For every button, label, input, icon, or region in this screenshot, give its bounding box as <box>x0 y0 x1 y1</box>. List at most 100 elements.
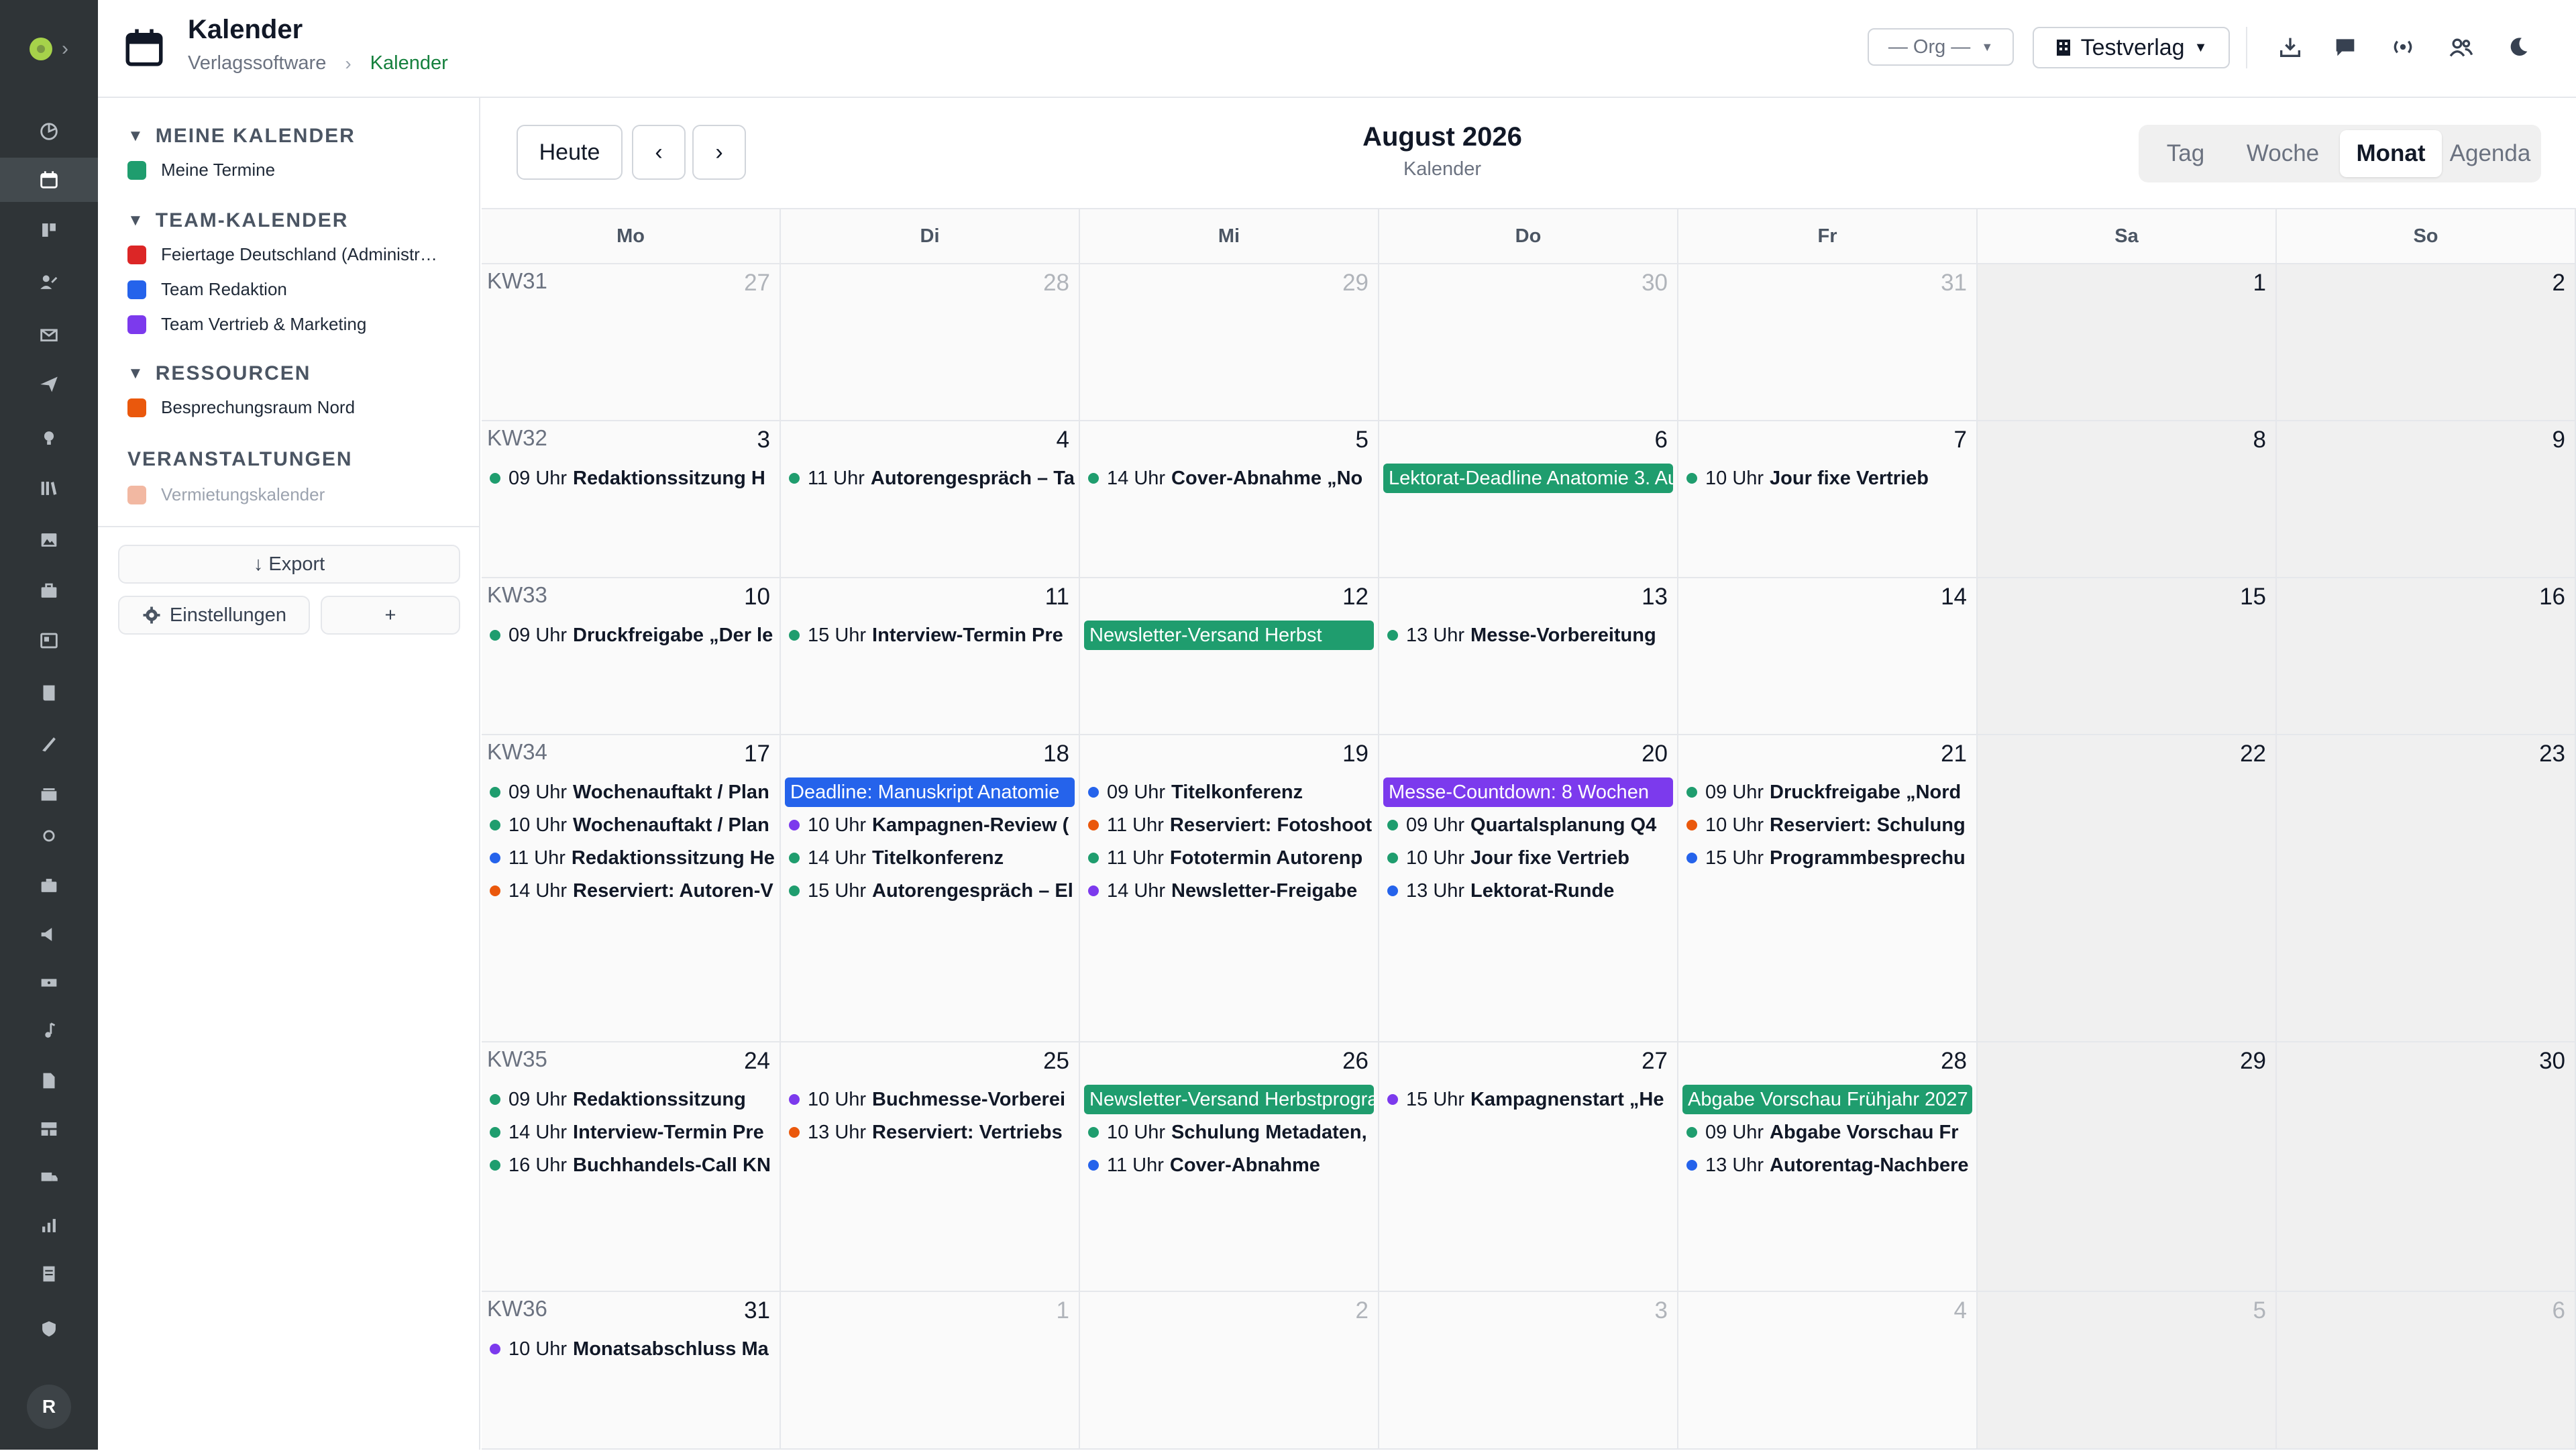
group-header-my-calendars[interactable]: ▼ MEINE KALENDER <box>127 125 356 148</box>
nav-briefcase-icon[interactable] <box>0 863 98 908</box>
day-cell[interactable]: KW31 27 <box>482 264 781 421</box>
nav-status-icon[interactable] <box>0 814 98 858</box>
day-number[interactable]: 3 <box>1655 1297 1668 1324</box>
day-cell[interactable]: 23 <box>2277 735 2576 1042</box>
week-number[interactable]: KW34 <box>487 739 547 765</box>
nav-audio-icon[interactable] <box>0 1009 98 1053</box>
day-cell[interactable]: 9 <box>2277 421 2576 578</box>
day-cell[interactable]: 13 13 Uhr Messe-Vorbereitung <box>1379 578 1678 735</box>
event-item[interactable]: 13 Uhr Reserviert: Vertriebs <box>789 1118 1077 1146</box>
day-cell[interactable]: 28 Abgabe Vorschau Frühjahr 2027 09 Uhr Abg… <box>1678 1042 1978 1292</box>
event-item[interactable]: 15 Uhr Programmbesprechu <box>1686 844 1975 872</box>
all-day-event[interactable]: Deadline: Manuskript Anatomie <box>785 777 1075 807</box>
calendar-item-team-vertrieb[interactable]: Team Vertrieb & Marketing <box>127 314 366 335</box>
nav-reports-icon[interactable] <box>0 1203 98 1248</box>
nav-contracts-icon[interactable] <box>0 1252 98 1296</box>
nav-document-icon[interactable] <box>0 1059 98 1103</box>
event-item[interactable]: 11 Uhr Redaktionssitzung He <box>490 844 778 872</box>
day-number[interactable]: 20 <box>1642 741 1668 767</box>
nav-dashboard-icon[interactable] <box>0 109 98 154</box>
day-cell[interactable]: 1 <box>781 1292 1080 1450</box>
day-cell[interactable]: 11 15 Uhr Interview-Termin Pre <box>781 578 1080 735</box>
view-tab-week[interactable]: Woche <box>2229 130 2337 177</box>
day-number[interactable]: 25 <box>1043 1048 1069 1075</box>
day-cell[interactable]: KW32 3 09 Uhr Redaktionssitzung H <box>482 421 781 578</box>
day-cell[interactable]: 28 <box>781 264 1080 421</box>
event-item[interactable]: 09 Uhr Quartalsplanung Q4 <box>1387 811 1676 839</box>
week-number[interactable]: KW31 <box>487 268 547 294</box>
week-number[interactable]: KW36 <box>487 1296 547 1322</box>
day-number[interactable]: 1 <box>2253 270 2266 297</box>
event-item[interactable]: 13 Uhr Messe-Vorbereitung <box>1387 621 1676 649</box>
event-item[interactable]: 09 Uhr Druckfreigabe „Nord <box>1686 778 1975 806</box>
chat-icon[interactable] <box>2328 30 2363 64</box>
day-number[interactable]: 28 <box>1941 1048 1967 1075</box>
day-cell[interactable]: 30 <box>2277 1042 2576 1292</box>
tenant-select[interactable]: Testverlag ▼ <box>2033 27 2230 68</box>
day-cell[interactable]: 14 <box>1678 578 1978 735</box>
day-number[interactable]: 27 <box>744 270 770 297</box>
nav-media-icon[interactable] <box>0 619 98 663</box>
day-cell[interactable]: 5 <box>1978 1292 2277 1450</box>
event-item[interactable]: 14 Uhr Cover-Abnahme „No <box>1088 464 1377 492</box>
view-tab-agenda[interactable]: Agenda <box>2445 130 2536 177</box>
day-cell[interactable]: 8 <box>1978 421 2277 578</box>
event-item[interactable]: 14 Uhr Interview-Termin Pre <box>490 1118 778 1146</box>
day-number[interactable]: 24 <box>744 1048 770 1075</box>
day-cell[interactable]: 2 <box>1080 1292 1379 1450</box>
week-number[interactable]: KW33 <box>487 582 547 608</box>
nav-calendar-icon[interactable] <box>0 158 98 202</box>
day-number[interactable]: 29 <box>1342 270 1368 297</box>
calendar-item-besprechungsraum[interactable]: Besprechungsraum Nord <box>127 397 355 418</box>
event-item[interactable]: 10 Uhr Reserviert: Schulung <box>1686 811 1975 839</box>
day-cell[interactable]: 31 <box>1678 264 1978 421</box>
event-item[interactable]: 10 Uhr Jour fixe Vertrieb <box>1686 464 1975 492</box>
nav-projects-icon[interactable] <box>0 569 98 613</box>
day-cell[interactable]: 3 <box>1379 1292 1678 1450</box>
day-cell[interactable]: 15 <box>1978 578 2277 735</box>
day-number[interactable]: 21 <box>1941 741 1967 767</box>
all-day-event[interactable]: Newsletter-Versand Herbst <box>1084 621 1374 650</box>
event-item[interactable]: 14 Uhr Reserviert: Autoren-V <box>490 877 778 905</box>
day-number[interactable]: 3 <box>757 427 770 453</box>
view-tab-month[interactable]: Monat <box>2340 130 2442 177</box>
day-number[interactable]: 5 <box>2253 1297 2266 1324</box>
calendar-item-team-redaktion[interactable]: Team Redaktion <box>127 279 287 300</box>
users-icon[interactable] <box>2443 30 2478 64</box>
user-avatar[interactable]: R <box>27 1385 71 1429</box>
day-cell[interactable]: 22 <box>1978 735 2277 1042</box>
day-cell[interactable]: 5 14 Uhr Cover-Abnahme „No <box>1080 421 1379 578</box>
day-number[interactable]: 1 <box>1057 1297 1069 1324</box>
day-cell[interactable]: 25 10 Uhr Buchmesse-Vorberei 13 Uhr Reservie… <box>781 1042 1080 1292</box>
event-item[interactable]: 15 Uhr Kampagnenstart „He <box>1387 1085 1676 1114</box>
nav-shipping-icon[interactable] <box>0 1155 98 1199</box>
nav-warehouse-icon[interactable] <box>0 1107 98 1151</box>
export-button[interactable]: ↓ Export <box>118 545 460 584</box>
day-cell[interactable]: 29 <box>1080 264 1379 421</box>
nav-board-icon[interactable] <box>0 208 98 252</box>
day-number[interactable]: 17 <box>744 741 770 767</box>
day-cell[interactable]: KW33 10 09 Uhr Druckfreigabe „Der le <box>482 578 781 735</box>
day-number[interactable]: 15 <box>2240 584 2266 610</box>
nav-marketing-icon[interactable] <box>0 912 98 957</box>
event-item[interactable]: 16 Uhr Buchhandels-Call KN <box>490 1151 778 1179</box>
group-header-resources[interactable]: ▼ RESSOURCEN <box>127 362 311 385</box>
day-cell[interactable]: 19 09 Uhr Titelkonferenz 11 Uhr Reserviert: … <box>1080 735 1379 1042</box>
app-switcher[interactable]: › <box>0 0 98 98</box>
org-select[interactable]: — Org — ▼ <box>1868 28 2014 66</box>
broadcast-icon[interactable] <box>2385 30 2420 64</box>
day-cell[interactable]: 4 <box>1678 1292 1978 1450</box>
day-cell[interactable]: 29 <box>1978 1042 2277 1292</box>
day-cell[interactable]: 27 15 Uhr Kampagnenstart „He <box>1379 1042 1678 1292</box>
event-item[interactable]: 10 Uhr Wochenauftakt / Plan <box>490 811 778 839</box>
dark-mode-icon[interactable] <box>2501 30 2536 64</box>
event-item[interactable]: 14 Uhr Titelkonferenz <box>789 844 1077 872</box>
day-number[interactable]: 27 <box>1642 1048 1668 1075</box>
nav-authors-icon[interactable] <box>0 260 98 305</box>
day-number[interactable]: 29 <box>2240 1048 2266 1075</box>
day-cell[interactable]: 20 Messe-Countdown: 8 Wochen 09 Uhr Quartal… <box>1379 735 1678 1042</box>
day-number[interactable]: 9 <box>2553 427 2565 453</box>
day-number[interactable]: 23 <box>2539 741 2565 767</box>
day-number[interactable]: 18 <box>1043 741 1069 767</box>
nav-tickets-icon[interactable] <box>0 961 98 1005</box>
